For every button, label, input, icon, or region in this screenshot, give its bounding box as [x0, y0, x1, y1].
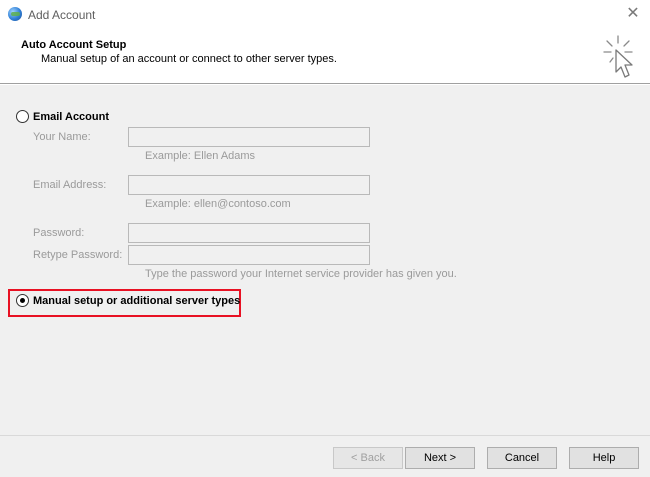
retype-password-field[interactable] — [128, 245, 370, 265]
your-name-label: Your Name: — [33, 131, 91, 143]
window-title: Add Account — [28, 8, 96, 22]
dialog-header: Auto Account Setup Manual setup of an ac… — [0, 30, 650, 84]
help-button[interactable]: Help — [569, 447, 639, 469]
manual-setup-radio[interactable] — [16, 294, 29, 307]
email-account-option[interactable]: Email Account — [16, 110, 109, 123]
close-button[interactable]: ✕ — [616, 0, 650, 28]
password-label: Password: — [33, 227, 85, 239]
dialog-body: Email Account Your Name: Example: Ellen … — [0, 85, 650, 435]
email-account-radio[interactable] — [16, 110, 29, 123]
your-name-hint: Example: Ellen Adams — [145, 150, 256, 162]
cancel-button[interactable]: Cancel — [487, 447, 557, 469]
manual-setup-option[interactable]: Manual setup or additional server types — [16, 294, 240, 307]
header-subtitle: Manual setup of an account or connect to… — [41, 53, 337, 65]
cursor-click-icon — [603, 35, 633, 78]
retype-password-label: Retype Password: — [33, 249, 123, 261]
manual-setup-label: Manual setup or additional server types — [33, 294, 241, 307]
email-address-label: Email Address: — [33, 179, 107, 191]
next-button[interactable]: Next > — [405, 447, 475, 469]
dialog-footer: < Back Next > Cancel Help — [0, 435, 650, 477]
your-name-field[interactable] — [128, 127, 370, 147]
email-address-field[interactable] — [128, 175, 370, 195]
title-bar: Add Account ✕ — [0, 0, 650, 30]
email-account-label: Email Account — [33, 110, 109, 123]
password-hint: Type the password your Internet service … — [145, 268, 457, 280]
email-address-hint: Example: ellen@contoso.com — [145, 198, 291, 210]
password-field[interactable] — [128, 223, 370, 243]
header-title: Auto Account Setup — [21, 39, 127, 51]
back-button[interactable]: < Back — [333, 447, 403, 469]
outlook-globe-icon — [8, 7, 22, 21]
